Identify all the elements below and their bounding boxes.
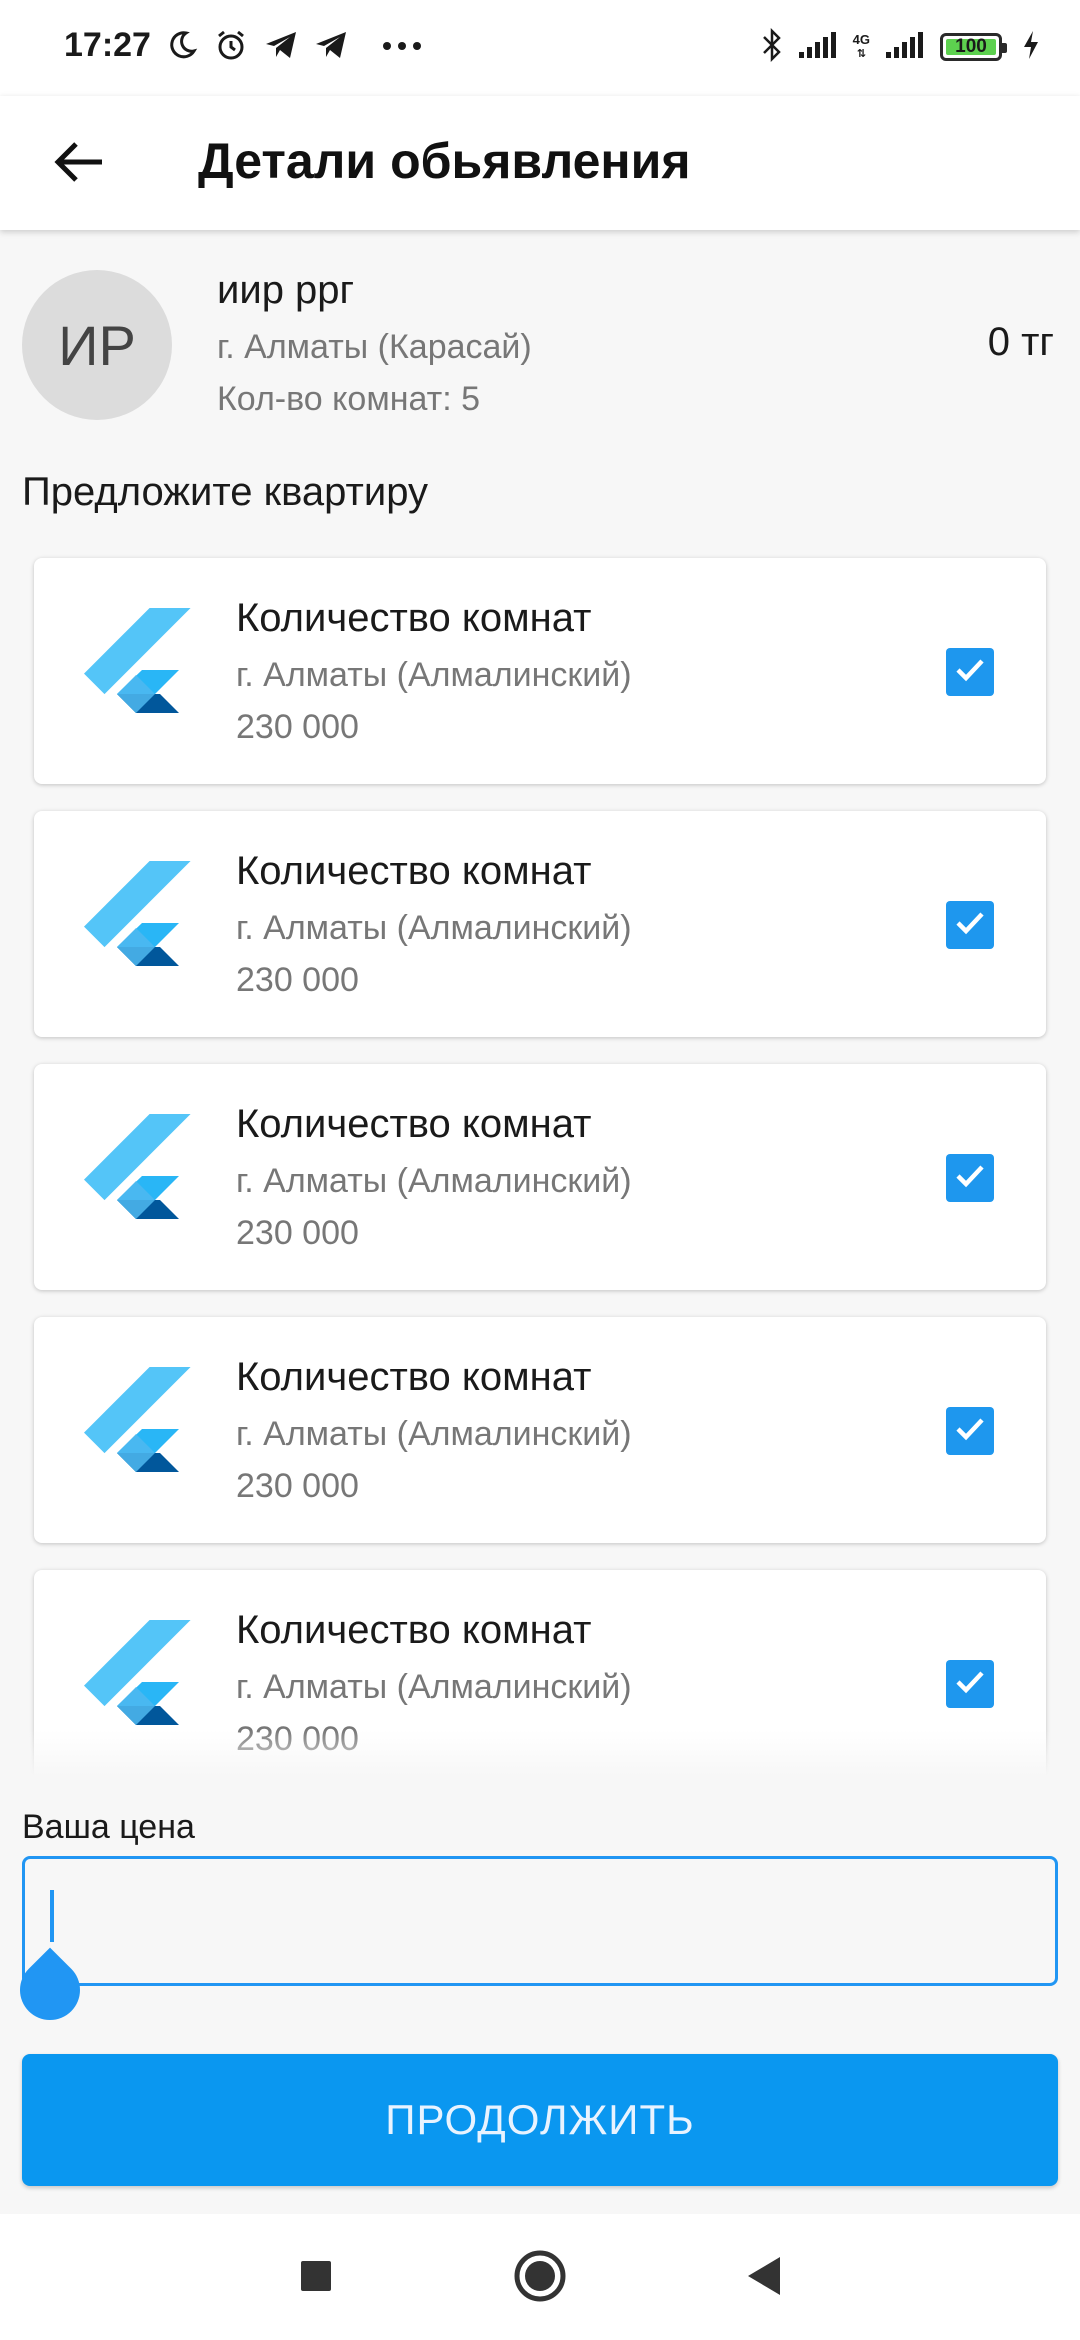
back-button[interactable] (40, 126, 116, 202)
check-icon (952, 1158, 988, 1199)
price-field[interactable] (22, 1856, 1058, 1986)
status-bar: 17:27 4G ⇅ 100 (0, 0, 1080, 96)
offer-city: г. Алматы (Алмалинский) (236, 1415, 632, 1453)
arrow-left-icon (52, 140, 104, 189)
telegram-icon (264, 30, 298, 65)
offer-checkbox[interactable] (946, 1660, 994, 1708)
listing-city: г. Алматы (Карасай) (217, 328, 532, 366)
list-item[interactable]: Количество комнат г. Алматы (Алмалинский… (34, 558, 1046, 784)
alarm-icon (214, 28, 248, 67)
app-bar: Детали обьявления (0, 96, 1080, 230)
offer-city: г. Алматы (Алмалинский) (236, 1162, 632, 1200)
home-button[interactable] (510, 2248, 570, 2308)
moon-icon (166, 29, 198, 66)
offer-checkbox[interactable] (946, 648, 994, 696)
offer-title: Количество комнат (236, 849, 592, 893)
circle-icon (513, 2249, 567, 2308)
battery-level: 100 (955, 36, 987, 57)
offer-price: 230 000 (236, 961, 359, 999)
charging-icon (1022, 30, 1040, 65)
signal-icon (797, 30, 839, 65)
status-time: 17:27 (64, 26, 151, 64)
avatar-initials: ИР (58, 313, 136, 377)
price-label: Ваша цена (22, 1808, 195, 1846)
network-type-label: 4G ⇅ (852, 32, 870, 61)
flutter-logo-icon (74, 1367, 194, 1497)
listing-price: 0 тг (987, 320, 1054, 364)
bluetooth-icon (761, 27, 783, 67)
battery-icon: 100 (940, 33, 1007, 61)
offer-checkbox[interactable] (946, 1154, 994, 1202)
list-fade (0, 1730, 1080, 1776)
offer-price: 230 000 (236, 1214, 359, 1252)
check-icon (952, 652, 988, 693)
flutter-logo-icon (74, 1114, 194, 1244)
offer-price: 230 000 (236, 708, 359, 746)
text-cursor (50, 1890, 54, 1942)
check-icon (952, 905, 988, 946)
offer-city: г. Алматы (Алмалинский) (236, 1668, 632, 1706)
price-input[interactable] (25, 1859, 1055, 1983)
list-item[interactable]: Количество комнат г. Алматы (Алмалинский… (34, 1064, 1046, 1290)
offer-title: Количество комнат (236, 596, 592, 640)
avatar: ИР (22, 270, 172, 420)
list-item[interactable]: Количество комнат г. Алматы (Алмалинский… (34, 1317, 1046, 1543)
offer-checkbox[interactable] (946, 901, 994, 949)
continue-button[interactable]: ПРОДОЛЖИТЬ (22, 2054, 1058, 2186)
offer-title: Количество комнат (236, 1102, 592, 1146)
flutter-logo-icon (74, 861, 194, 991)
page-title: Детали обьявления (198, 133, 691, 189)
offer-checkbox[interactable] (946, 1407, 994, 1455)
listing-name: иир ррг (217, 268, 355, 312)
list-item[interactable]: Количество комнат г. Алматы (Алмалинский… (34, 811, 1046, 1037)
offer-price: 230 000 (236, 1467, 359, 1505)
offer-title: Количество комнат (236, 1355, 592, 1399)
offer-title: Количество комнат (236, 1608, 592, 1652)
offer-city: г. Алматы (Алмалинский) (236, 656, 632, 694)
triangle-back-icon (744, 2255, 784, 2302)
square-icon (299, 2259, 333, 2298)
offer-city: г. Алматы (Алмалинский) (236, 909, 632, 947)
telegram-icon (314, 30, 348, 65)
system-nav-bar (0, 2214, 1080, 2340)
check-icon (952, 1411, 988, 1452)
check-icon (952, 1664, 988, 1705)
flutter-logo-icon (74, 608, 194, 738)
back-nav-button[interactable] (734, 2248, 794, 2308)
status-system-icons: 4G ⇅ 100 (761, 22, 1040, 72)
continue-button-label: ПРОДОЛЖИТЬ (385, 2096, 695, 2143)
section-title: Предложите квартиру (22, 470, 428, 514)
signal-icon (884, 30, 926, 65)
offers-list[interactable]: Количество комнат г. Алматы (Алмалинский… (0, 548, 1080, 1776)
status-notification-icons (166, 22, 422, 72)
more-icon (382, 38, 422, 56)
listing-rooms: Кол-во комнат: 5 (217, 380, 481, 418)
recents-button[interactable] (286, 2248, 346, 2308)
